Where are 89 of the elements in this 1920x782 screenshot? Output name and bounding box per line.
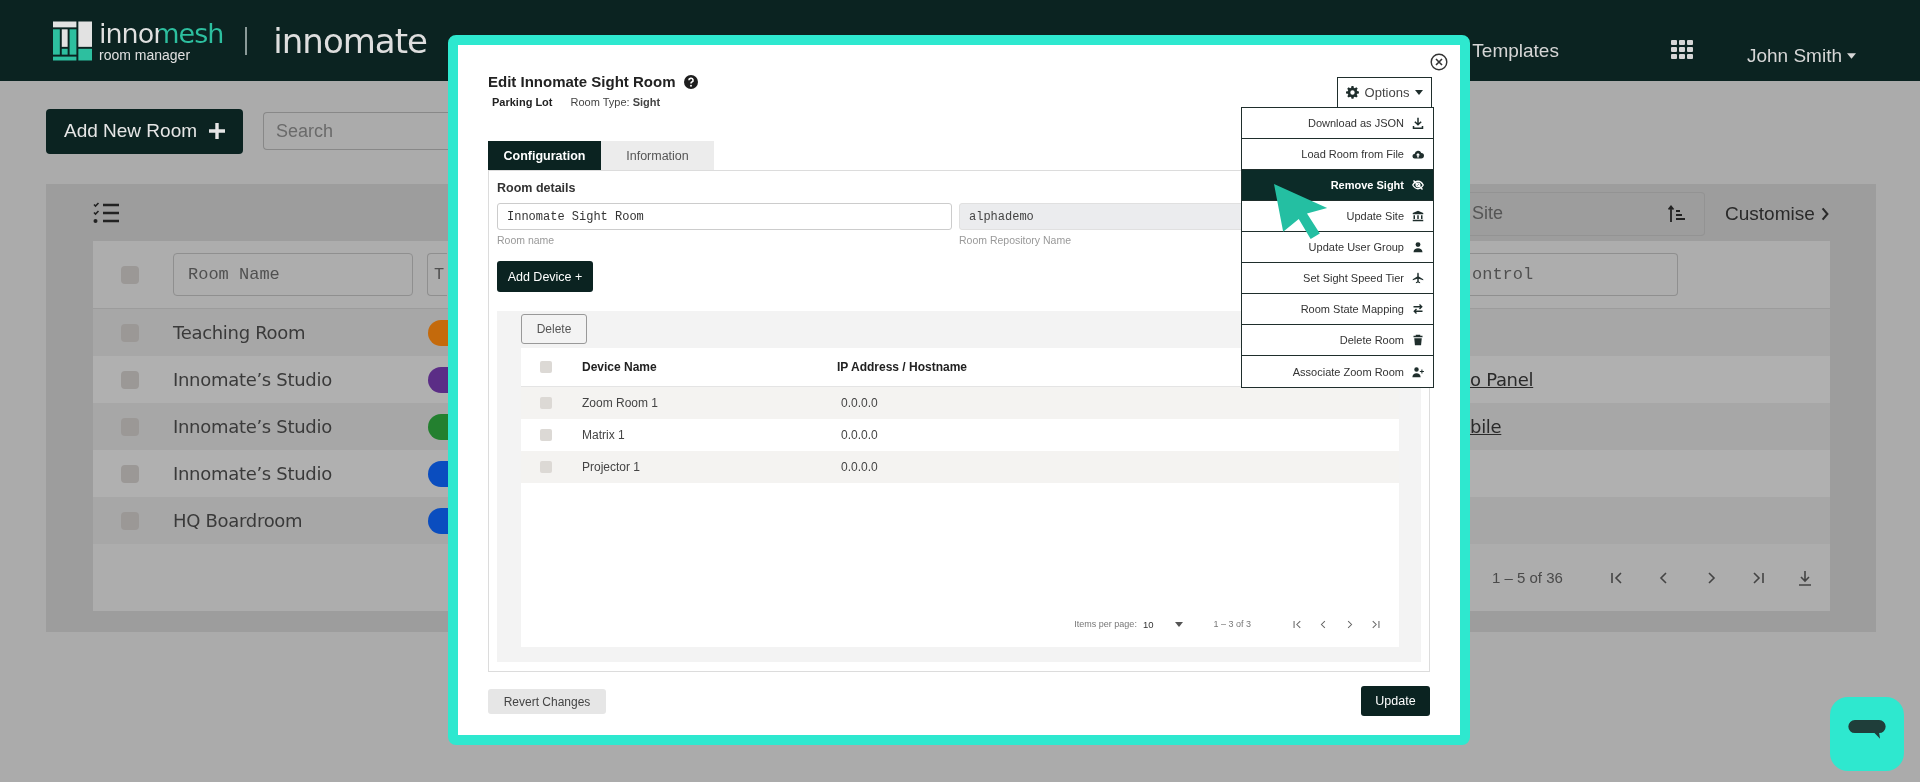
last-page-icon[interactable]	[1370, 618, 1381, 630]
page-range: 1 – 3 of 3	[1213, 619, 1251, 629]
table-row[interactable]: Innomate’s Studio	[93, 356, 448, 403]
settings-icon	[1345, 86, 1359, 99]
table-cell: 0.0.0.0	[841, 428, 878, 442]
swap-arrows-icon	[1412, 303, 1424, 315]
checkbox[interactable]	[540, 361, 552, 373]
eye-slash-icon	[1412, 179, 1424, 191]
search-field[interactable]: Search	[263, 112, 449, 150]
first-page-icon[interactable]	[1292, 618, 1303, 630]
user-plus-icon	[1412, 365, 1424, 378]
checkbox[interactable]	[540, 429, 552, 441]
table-row[interactable]: bile	[1470, 403, 1830, 450]
options-button[interactable]: Options	[1337, 77, 1432, 108]
column-header: IP Address / Hostname	[837, 360, 968, 374]
table-cell-text: Projector 1	[582, 460, 642, 474]
checkbox[interactable]	[121, 370, 139, 389]
bank-icon	[1412, 210, 1424, 222]
menu-item[interactable]: Room State Mapping	[1242, 294, 1433, 325]
first-page-icon[interactable]	[1608, 569, 1625, 586]
section-title: Room details	[497, 181, 576, 195]
menu-item[interactable]: Set Sight Speed Tier	[1242, 263, 1433, 294]
menu-item[interactable]: Remove Sight	[1242, 170, 1433, 201]
update-button[interactable]: Update	[1361, 686, 1430, 716]
checkbox[interactable]	[540, 397, 552, 409]
trash-icon	[1412, 334, 1424, 346]
caret-icon	[1175, 621, 1184, 627]
apps-grid-icon[interactable]	[1670, 40, 1693, 59]
download-icon	[1412, 117, 1424, 129]
revert-button[interactable]: Revert Changes	[488, 689, 606, 714]
chat-button[interactable]	[1830, 697, 1904, 771]
room-name: Innomate’s Studio	[173, 369, 333, 390]
add-device-button[interactable]: Add Device +	[497, 261, 593, 292]
close-icon[interactable]	[1430, 53, 1448, 71]
table-row[interactable]: Teaching Room	[93, 309, 448, 356]
cursor-icon	[1274, 184, 1329, 241]
field-label: Room Repository Name	[959, 234, 1073, 246]
user-icon	[1412, 241, 1424, 253]
menu-item[interactable]: Delete Room	[1242, 325, 1433, 356]
filter-field[interactable]: T	[427, 253, 447, 296]
table-row[interactable]: Innomate’s Studio	[93, 450, 448, 497]
download-icon[interactable]	[1796, 569, 1813, 586]
caret-icon	[1415, 90, 1424, 95]
table-row[interactable]: HQ Boardroom	[93, 497, 448, 544]
plane-icon	[1412, 272, 1424, 284]
dialog-title: Edit Innomate Sight Room	[488, 73, 676, 90]
chevron-right-icon	[1820, 206, 1829, 221]
field-label: Room name	[497, 234, 556, 246]
page-range: 1 – 5 of 36	[1492, 569, 1563, 586]
logo-icon	[53, 20, 92, 61]
table-row[interactable]: o Panel	[1470, 356, 1830, 403]
column-header: Device Name	[582, 360, 658, 374]
table-row[interactable]: Innomate’s Studio	[93, 403, 448, 450]
plus-icon	[209, 123, 226, 139]
room-name: Teaching Room	[173, 322, 307, 343]
nav-link[interactable]: Templates	[1472, 39, 1559, 62]
text-field[interactable]: Innomate Sight Room	[497, 203, 952, 230]
room-link[interactable]: bile	[1470, 416, 1502, 437]
table-cell-text: Matrix 1	[582, 428, 626, 442]
add-room-button[interactable]: Add New Room	[46, 108, 243, 154]
table-cell: 0.0.0.0	[841, 396, 878, 410]
room-name: Innomate’s Studio	[173, 416, 333, 437]
page-size-select[interactable]: 10	[1142, 618, 1184, 630]
room-link[interactable]: o Panel	[1470, 369, 1534, 390]
menu-item[interactable]: Associate Zoom Room	[1242, 356, 1433, 387]
table-cell: 0.0.0.0	[841, 460, 878, 474]
checkbox[interactable]	[540, 461, 552, 473]
sort-icon	[1668, 204, 1686, 223]
partner-name: innomate	[273, 20, 427, 61]
site-name: Parking Lot	[492, 96, 553, 108]
menu-item[interactable]: Download as JSON	[1242, 108, 1433, 139]
room-name: HQ Boardroom	[173, 510, 304, 531]
room-name: Innomate’s Studio	[173, 463, 333, 484]
cloud-upload-icon	[1412, 148, 1424, 160]
filter-field[interactable]: Room Name	[173, 253, 413, 296]
tab[interactable]: Configuration	[488, 141, 601, 170]
filter-field[interactable]: ontrol	[1470, 253, 1678, 296]
table-cell-text: Zoom Room 1	[582, 396, 660, 410]
caret-icon	[1847, 52, 1856, 59]
items-per-page-label: Items per page:	[1074, 619, 1137, 629]
tab[interactable]: Information	[601, 141, 714, 170]
help-icon[interactable]	[683, 74, 698, 89]
room-type: Room Type: Sight	[570, 96, 661, 108]
brand-tagline: room manager	[99, 47, 192, 62]
customise-link[interactable]: Customise	[1725, 202, 1829, 225]
delete-button[interactable]: Delete	[521, 314, 587, 344]
checklist-icon[interactable]	[93, 202, 119, 223]
user-menu[interactable]: John Smith	[1746, 44, 1856, 67]
checkbox[interactable]	[121, 464, 139, 483]
